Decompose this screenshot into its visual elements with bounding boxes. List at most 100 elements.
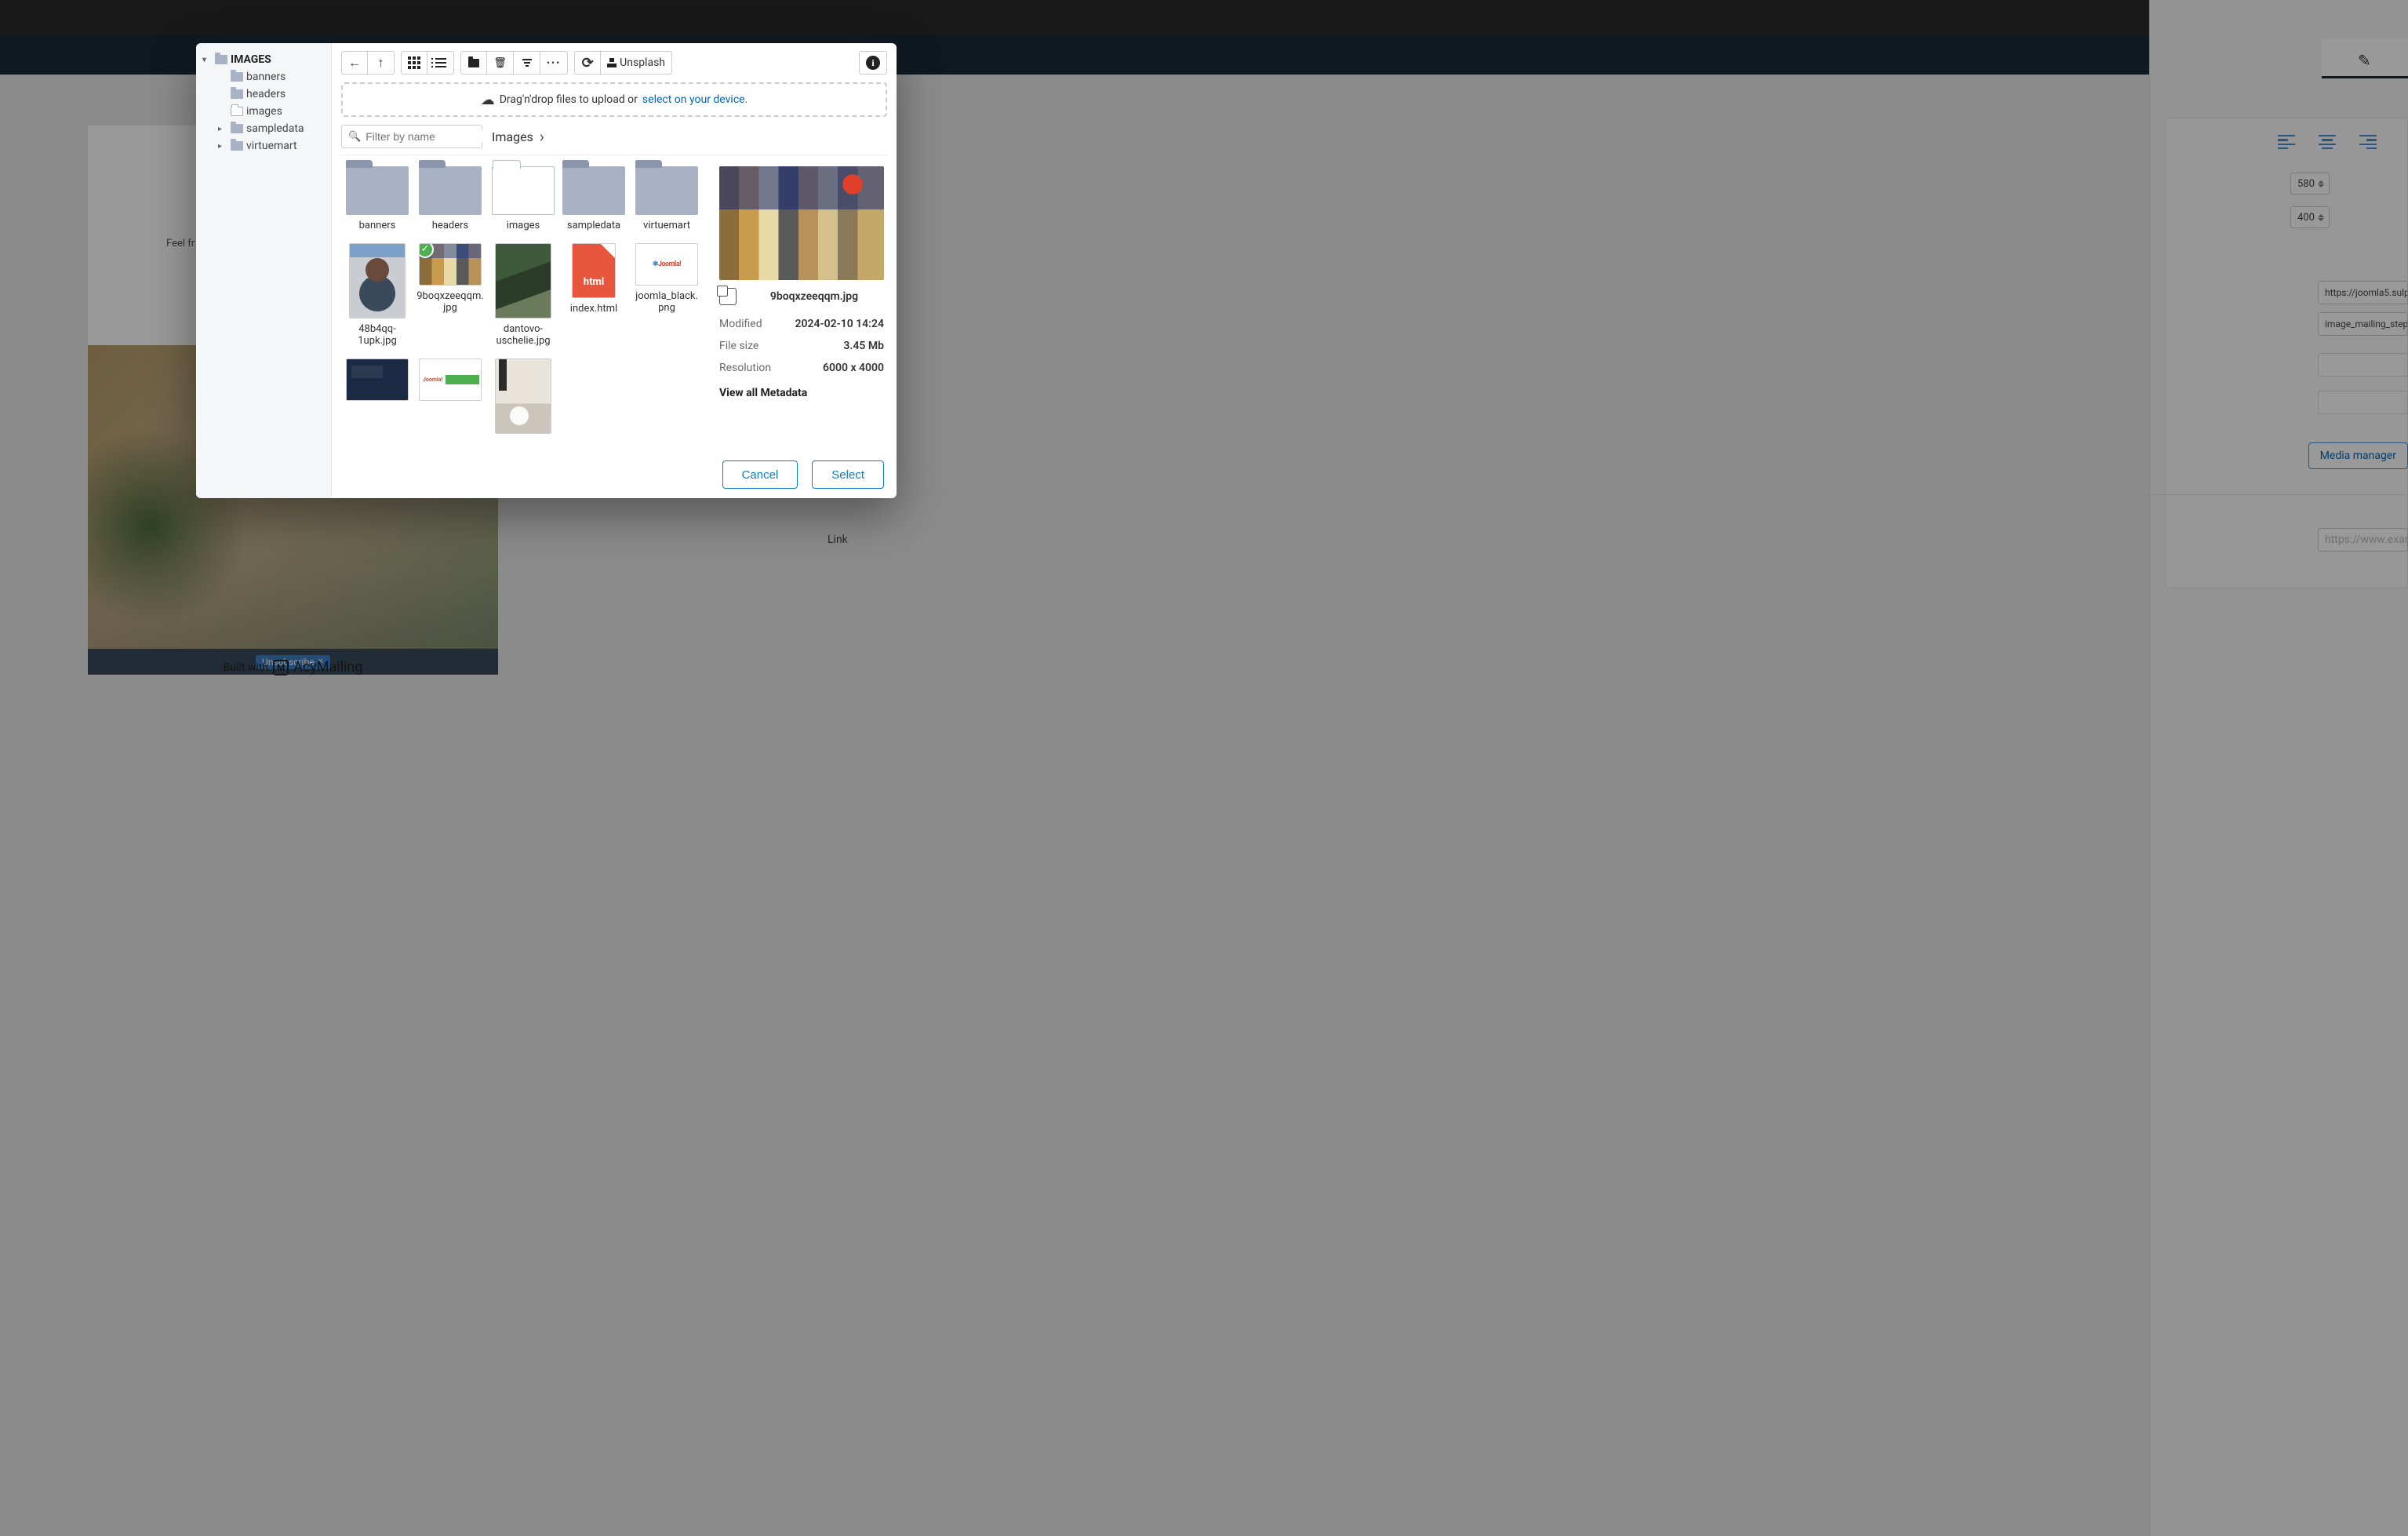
folder-icon: [562, 166, 625, 215]
arrow-left-icon: [348, 55, 361, 71]
tree-root-label: IMAGES: [231, 53, 271, 66]
preview-image: [719, 166, 884, 280]
folder-tile[interactable]: images: [489, 163, 558, 235]
folder-name: headers: [432, 220, 468, 232]
preview-filename: 9boqxzeeqqm.jpg: [744, 290, 884, 303]
list-icon: [435, 58, 446, 67]
file-tile[interactable]: ✱Joomla! joomla_black.png: [630, 240, 704, 351]
upload-dropzone[interactable]: Drag'n'drop files to upload or select on…: [341, 82, 887, 117]
select-button[interactable]: Select: [812, 460, 884, 489]
folder-icon: [231, 89, 243, 99]
breadcrumb-label: Images: [492, 129, 533, 144]
filter-input[interactable]: [366, 130, 507, 143]
chevron-right-icon: [540, 127, 544, 146]
meta-row: Modified 2024-02-10 14:24: [719, 313, 884, 335]
back-button[interactable]: [341, 51, 368, 75]
caret-down-icon: ▾: [202, 56, 212, 64]
source-group: Unsplash: [574, 51, 672, 75]
toolbar: Unsplash: [332, 43, 897, 82]
tree-label: sampledata: [246, 122, 304, 135]
list-view-button[interactable]: [427, 51, 454, 75]
thumbnail: ✱Joomla!: [635, 243, 698, 286]
unsplash-button[interactable]: Unsplash: [601, 51, 672, 75]
file-tile[interactable]: [343, 355, 412, 451]
folder-name: images: [507, 220, 540, 232]
tree-item-sampledata[interactable]: ▸ sampledata: [216, 120, 326, 137]
info-icon: [866, 56, 880, 70]
folder-tile[interactable]: banners: [343, 163, 412, 235]
caret-right-icon: ▸: [218, 125, 227, 133]
file-tile[interactable]: [489, 355, 558, 451]
thumbnail: ✓: [419, 243, 482, 286]
folder-icon: [231, 141, 243, 151]
dropzone-text: Drag'n'drop files to upload or: [500, 93, 638, 106]
file-tile[interactable]: dantovo-uschelie.jpg: [489, 240, 558, 351]
refresh-button[interactable]: [574, 51, 601, 75]
grid-icon: [408, 56, 420, 69]
tree-item-headers[interactable]: headers: [216, 86, 326, 103]
dots-icon: [547, 56, 561, 69]
folder-icon: [635, 166, 698, 215]
tree-label: headers: [246, 88, 286, 100]
arrow-up-icon: [378, 55, 384, 71]
ext-label: html: [573, 276, 615, 288]
new-folder-button[interactable]: [460, 51, 487, 75]
tree-item-banners[interactable]: banners: [216, 68, 326, 86]
file-grid: banners headers images sampledata: [343, 163, 704, 451]
info-button[interactable]: [859, 51, 887, 75]
folder-tile[interactable]: headers: [413, 163, 487, 235]
folder-tile[interactable]: sampledata: [559, 163, 628, 235]
tree-label: images: [246, 105, 282, 118]
meta-label: File size: [719, 340, 758, 352]
up-button[interactable]: [368, 51, 395, 75]
sort-button[interactable]: [514, 51, 540, 75]
folder-icon: [215, 55, 227, 64]
view-group: [401, 51, 454, 75]
file-tile[interactable]: Joomla!: [413, 355, 487, 451]
folder-icon: [231, 72, 243, 82]
folder-icon: [231, 124, 243, 133]
html-file-icon: html: [572, 243, 616, 298]
cancel-button[interactable]: Cancel: [722, 460, 798, 489]
thumbnail: [346, 359, 409, 401]
action-group: [460, 51, 568, 75]
more-button[interactable]: [540, 51, 568, 75]
meta-value: 3.45 Mb: [843, 340, 884, 352]
copy-icon[interactable]: [719, 288, 737, 305]
meta-row: File size 3.45 Mb: [719, 335, 884, 357]
file-name: 9boqxzeeqqm.jpg: [416, 290, 484, 315]
view-all-metadata[interactable]: View all Metadata: [719, 387, 884, 399]
file-name: 48b4qq-1upk.jpg: [346, 323, 409, 348]
file-tile[interactable]: html index.html: [559, 240, 628, 351]
folder-open-icon: [492, 166, 555, 215]
main-pane: Unsplash Drag'n'drop files to upload or …: [332, 43, 897, 498]
file-name: dantovo-uschelie.jpg: [492, 323, 555, 348]
folder-name: virtuemart: [643, 220, 690, 232]
meta-row: Resolution 6000 x 4000: [719, 357, 884, 379]
delete-button[interactable]: [487, 51, 514, 75]
nav-group: [341, 51, 395, 75]
preview-pane: 9boqxzeeqqm.jpg Modified 2024-02-10 14:2…: [708, 155, 887, 451]
cloud-upload-icon: [481, 92, 495, 108]
file-tile-selected[interactable]: ✓ 9boqxzeeqqm.jpg: [413, 240, 487, 351]
grid-view-button[interactable]: [401, 51, 427, 75]
tree-root[interactable]: ▾ IMAGES: [201, 51, 326, 68]
breadcrumb[interactable]: Images: [492, 127, 544, 146]
meta-label: Resolution: [719, 362, 771, 374]
file-tile[interactable]: 48b4qq-1upk.jpg: [343, 240, 412, 351]
meta-value: 2024-02-10 14:24: [795, 318, 884, 330]
folder-name: sampledata: [567, 220, 620, 232]
folder-icon: [419, 166, 482, 215]
folder-open-icon: [231, 107, 243, 116]
grid-scroll[interactable]: banners headers images sampledata: [341, 155, 708, 451]
check-icon: ✓: [419, 243, 434, 258]
tree-label: virtuemart: [246, 140, 297, 152]
search-icon: [348, 130, 361, 143]
tree-label: banners: [246, 71, 286, 83]
trash-icon: [493, 56, 507, 69]
tree-item-virtuemart[interactable]: ▸ virtuemart: [216, 137, 326, 155]
dropzone-link[interactable]: select on your device.: [642, 93, 747, 106]
tree-item-images[interactable]: images: [216, 103, 326, 120]
folder-tile[interactable]: virtuemart: [630, 163, 704, 235]
refresh-icon: [582, 55, 594, 71]
